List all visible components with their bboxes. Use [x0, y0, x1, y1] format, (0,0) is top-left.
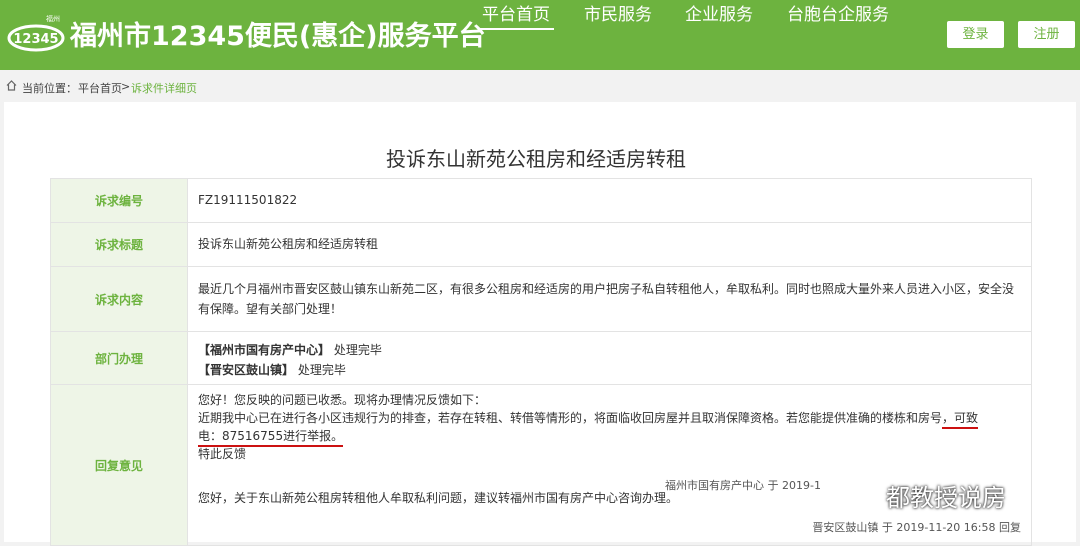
nav-citizen[interactable]: 市民服务	[584, 0, 652, 25]
table-row: 诉求标题 投诉东山新苑公租房和经适房转租	[51, 223, 1031, 267]
reply-content: 您好！您反映的问题已收悉。现将办理情况反馈如下： 近期我中心已在进行各小区违规行…	[188, 385, 1031, 545]
department-list: 【福州市国有房产中心】 处理完毕 【晋安区鼓山镇】 处理完毕	[188, 332, 1031, 380]
watermark: 都教授说房	[886, 484, 1006, 512]
reply-text: 特此反馈	[198, 447, 247, 461]
breadcrumb-current[interactable]: 诉求件详细页	[131, 80, 197, 96]
register-button[interactable]: 注册	[1018, 21, 1075, 48]
breadcrumb-separator: >	[121, 80, 131, 93]
row-label: 诉求编号	[51, 179, 188, 222]
row-label: 诉求内容	[51, 267, 188, 331]
table-row: 部门办理 【福州市国有房产中心】 处理完毕 【晋安区鼓山镇】 处理完毕	[51, 332, 1031, 385]
row-label: 回复意见	[51, 385, 188, 545]
breadcrumb-label: 当前位置：	[22, 82, 77, 95]
breadcrumb: 当前位置： 平台首页 > 诉求件详细页	[0, 70, 1080, 102]
logo-text: 12345	[13, 32, 58, 47]
request-content: 最近几个月福州市晋安区鼓山镇东山新苑二区，有很多公租房和经适房的用户把房子私自转…	[198, 282, 1015, 316]
department-name: 【晋安区鼓山镇】	[198, 363, 295, 377]
table-row: 诉求内容 最近几个月福州市晋安区鼓山镇东山新苑二区，有很多公租房和经适房的用户把…	[51, 267, 1031, 332]
department-status: 处理完毕	[297, 363, 346, 377]
platform-logo-icon: 12345 福州	[7, 14, 65, 52]
breadcrumb-home-link[interactable]: 平台首页	[78, 80, 122, 96]
department-status: 处理完毕	[333, 343, 382, 357]
request-title: 投诉东山新苑公租房和经适房转租	[198, 237, 379, 251]
reply-text: 您好！您反映的问题已收悉。现将办理情况反馈如下：	[198, 393, 487, 407]
chat-bubble-icon	[853, 484, 881, 504]
row-label: 部门办理	[51, 332, 188, 384]
site-title: 福州市12345便民(惠企)服务平台	[70, 21, 486, 52]
department-name: 【福州市国有房产中心】	[198, 343, 331, 357]
reply-text: 近期我中心已在进行各小区违规行为的排查，若存在转租、转借等情形的，将面临收回房屋…	[198, 411, 943, 425]
nav-taiwan[interactable]: 台胞台企服务	[787, 0, 889, 25]
request-id: FZ19111501822	[198, 193, 298, 207]
login-button[interactable]: 登录	[947, 21, 1004, 48]
table-row: 诉求编号 FZ19111501822	[51, 179, 1031, 223]
row-label: 诉求标题	[51, 223, 188, 266]
nav-enterprise[interactable]: 企业服务	[685, 0, 753, 25]
page-title: 投诉东山新苑公租房和经适房转租	[386, 147, 686, 171]
detail-table: 诉求编号 FZ19111501822 诉求标题 投诉东山新苑公租房和经适房转租 …	[50, 178, 1032, 546]
home-icon	[6, 80, 17, 91]
table-row: 回复意见 您好！您反映的问题已收悉。现将办理情况反馈如下： 近期我中心已在进行各…	[51, 385, 1031, 546]
top-header: 12345 福州 福州市12345便民(惠企)服务平台 平台首页 市民服务 企业…	[0, 0, 1080, 70]
logo-small-text: 福州	[46, 14, 60, 23]
nav-home[interactable]: 平台首页	[478, 0, 554, 30]
reply-signature: 晋安区鼓山镇 于 2019-11-20 16:58 回复	[812, 521, 1021, 534]
highlighted-text: ，可致	[942, 411, 979, 429]
reply-signature: 福州市国有房产中心 于 2019-1	[665, 479, 821, 492]
